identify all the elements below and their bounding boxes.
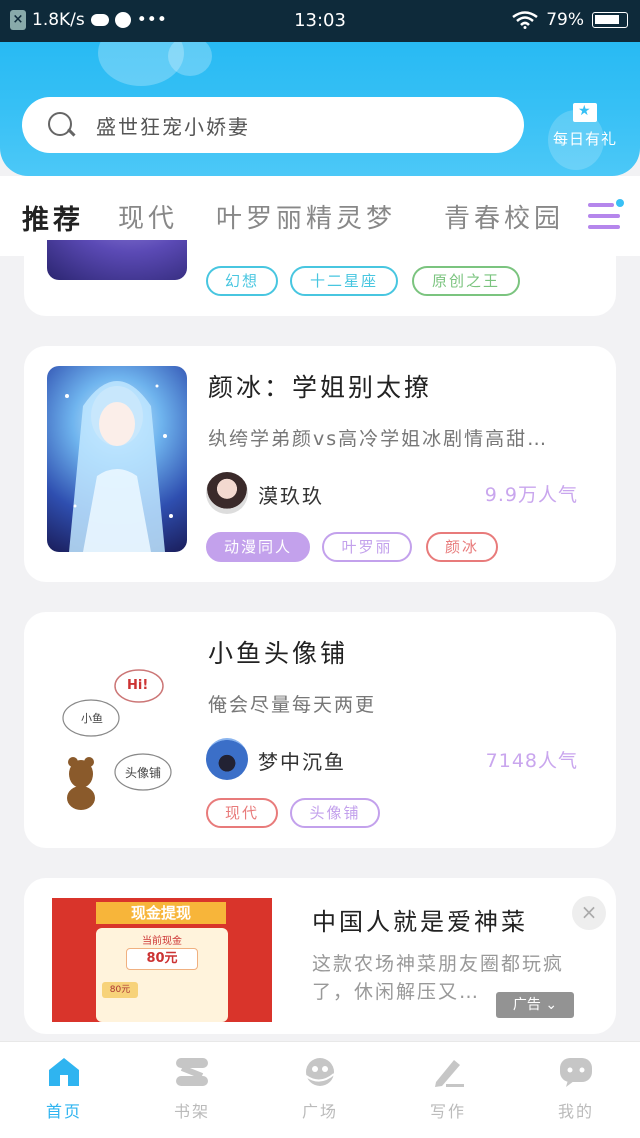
tab-yeluoli[interactable]: 叶罗丽精灵梦 xyxy=(216,198,396,235)
popularity: 7148人气 xyxy=(485,750,578,772)
tag[interactable]: 十二星座 xyxy=(290,266,398,296)
nav-write[interactable]: 写作 xyxy=(398,1056,498,1122)
status-bar: × 1.8K/s ••• 13:03 79% xyxy=(0,0,640,42)
cover-hi-text: Hi! xyxy=(127,678,149,693)
ad-small-amount: 80元 xyxy=(102,982,138,998)
book-card[interactable]: Hi! 小鱼 头像铺 小鱼头像铺 俺会尽量每天两更 梦中沉鱼 7148人气 现代… xyxy=(24,612,616,848)
cover-fish-text: 小鱼 xyxy=(81,712,103,725)
avatar[interactable] xyxy=(206,472,248,514)
ad-title[interactable]: 中国人就是爱神菜 xyxy=(312,902,528,937)
decor-bubble xyxy=(168,36,212,76)
search-icon xyxy=(46,110,76,140)
nav-square-label: 广场 xyxy=(301,1102,338,1121)
nav-home-label: 首页 xyxy=(45,1102,82,1121)
tag[interactable]: 叶罗丽 xyxy=(322,532,412,562)
nav-bookshelf[interactable]: 书架 xyxy=(142,1056,242,1122)
ad-badge[interactable]: 广告 ⌄ xyxy=(496,992,574,1018)
profile-icon xyxy=(558,1056,594,1088)
nav-profile-label: 我的 xyxy=(557,1102,594,1121)
wifi-icon xyxy=(512,11,538,29)
ad-card[interactable]: 现金提现 当前现金 80元 80元 中国人就是爱神菜 这款农场神菜朋友圈都玩疯了… xyxy=(24,878,616,1034)
search-bar[interactable]: 盛世狂宠小娇妻 xyxy=(22,97,524,153)
bottom-navigation: 首页 书架 广场 写作 我的 xyxy=(0,1041,640,1138)
cover-illustration xyxy=(62,669,172,810)
book-title[interactable]: 颜冰：学姐别太撩 xyxy=(208,368,432,404)
book-cover xyxy=(47,240,187,280)
battery-level: 79% xyxy=(546,10,584,30)
tab-modern[interactable]: 现代 xyxy=(118,198,178,235)
notification-dot xyxy=(616,199,624,207)
square-icon xyxy=(302,1056,338,1088)
avatar[interactable] xyxy=(206,738,248,780)
book-title[interactable]: 小鱼头像铺 xyxy=(208,634,348,670)
ad-current-label: 当前现金 xyxy=(142,936,182,947)
book-cover xyxy=(47,366,187,552)
tag[interactable]: 颜冰 xyxy=(426,532,498,562)
daily-gift-label: 每日有礼 xyxy=(552,130,617,148)
tab-recommend[interactable]: 推荐 xyxy=(22,198,84,237)
author-name[interactable]: 漠玖玖 xyxy=(258,480,324,509)
header: × 1.8K/s ••• 13:03 79% 盛世狂宠小娇妻 每日有礼 xyxy=(0,0,640,176)
battery-icon xyxy=(592,12,628,28)
book-cover: Hi! 小鱼 头像铺 xyxy=(47,638,187,824)
ad-panel: 当前现金 80元 80元 xyxy=(96,928,228,1022)
ad-banner-title: 现金提现 xyxy=(96,902,226,924)
book-card[interactable]: 幻想 十二星座 原创之王 xyxy=(24,240,616,316)
write-icon xyxy=(430,1056,466,1088)
close-icon[interactable]: × xyxy=(572,896,606,930)
tag[interactable]: 幻想 xyxy=(206,266,278,296)
search-input[interactable]: 盛世狂宠小娇妻 xyxy=(96,111,250,140)
menu-icon[interactable] xyxy=(588,199,624,231)
author-name[interactable]: 梦中沉鱼 xyxy=(258,746,346,775)
book-description: 纨绔学弟颜vs高冷学姐冰剧情高甜… xyxy=(208,428,549,450)
gift-icon xyxy=(572,96,598,122)
home-icon xyxy=(46,1056,82,1088)
tab-campus[interactable]: 青春校园 xyxy=(444,198,564,235)
nav-home[interactable]: 首页 xyxy=(14,1056,114,1122)
tag[interactable]: 头像铺 xyxy=(290,798,380,828)
ad-image[interactable]: 现金提现 当前现金 80元 80元 xyxy=(52,898,272,1022)
book-description: 俺会尽量每天两更 xyxy=(208,694,377,716)
bookshelf-icon xyxy=(174,1056,210,1088)
nav-write-label: 写作 xyxy=(429,1102,466,1121)
nav-profile[interactable]: 我的 xyxy=(526,1056,626,1122)
tag[interactable]: 动漫同人 xyxy=(206,532,310,562)
ad-amount: 80元 xyxy=(126,948,198,970)
daily-gift-button[interactable]: 每日有礼 xyxy=(540,96,630,149)
tag[interactable]: 原创之王 xyxy=(412,266,520,296)
nav-bookshelf-label: 书架 xyxy=(173,1102,210,1121)
cover-illustration xyxy=(65,381,173,552)
nav-square[interactable]: 广场 xyxy=(270,1056,370,1122)
book-card[interactable]: 颜冰：学姐别太撩 纨绔学弟颜vs高冷学姐冰剧情高甜… 漠玖玖 9.9万人气 动漫… xyxy=(24,346,616,582)
popularity: 9.9万人气 xyxy=(484,484,578,506)
tag[interactable]: 现代 xyxy=(206,798,278,828)
cover-shop-text: 头像铺 xyxy=(125,766,162,780)
ad-badge-label: 广告 xyxy=(512,997,541,1013)
